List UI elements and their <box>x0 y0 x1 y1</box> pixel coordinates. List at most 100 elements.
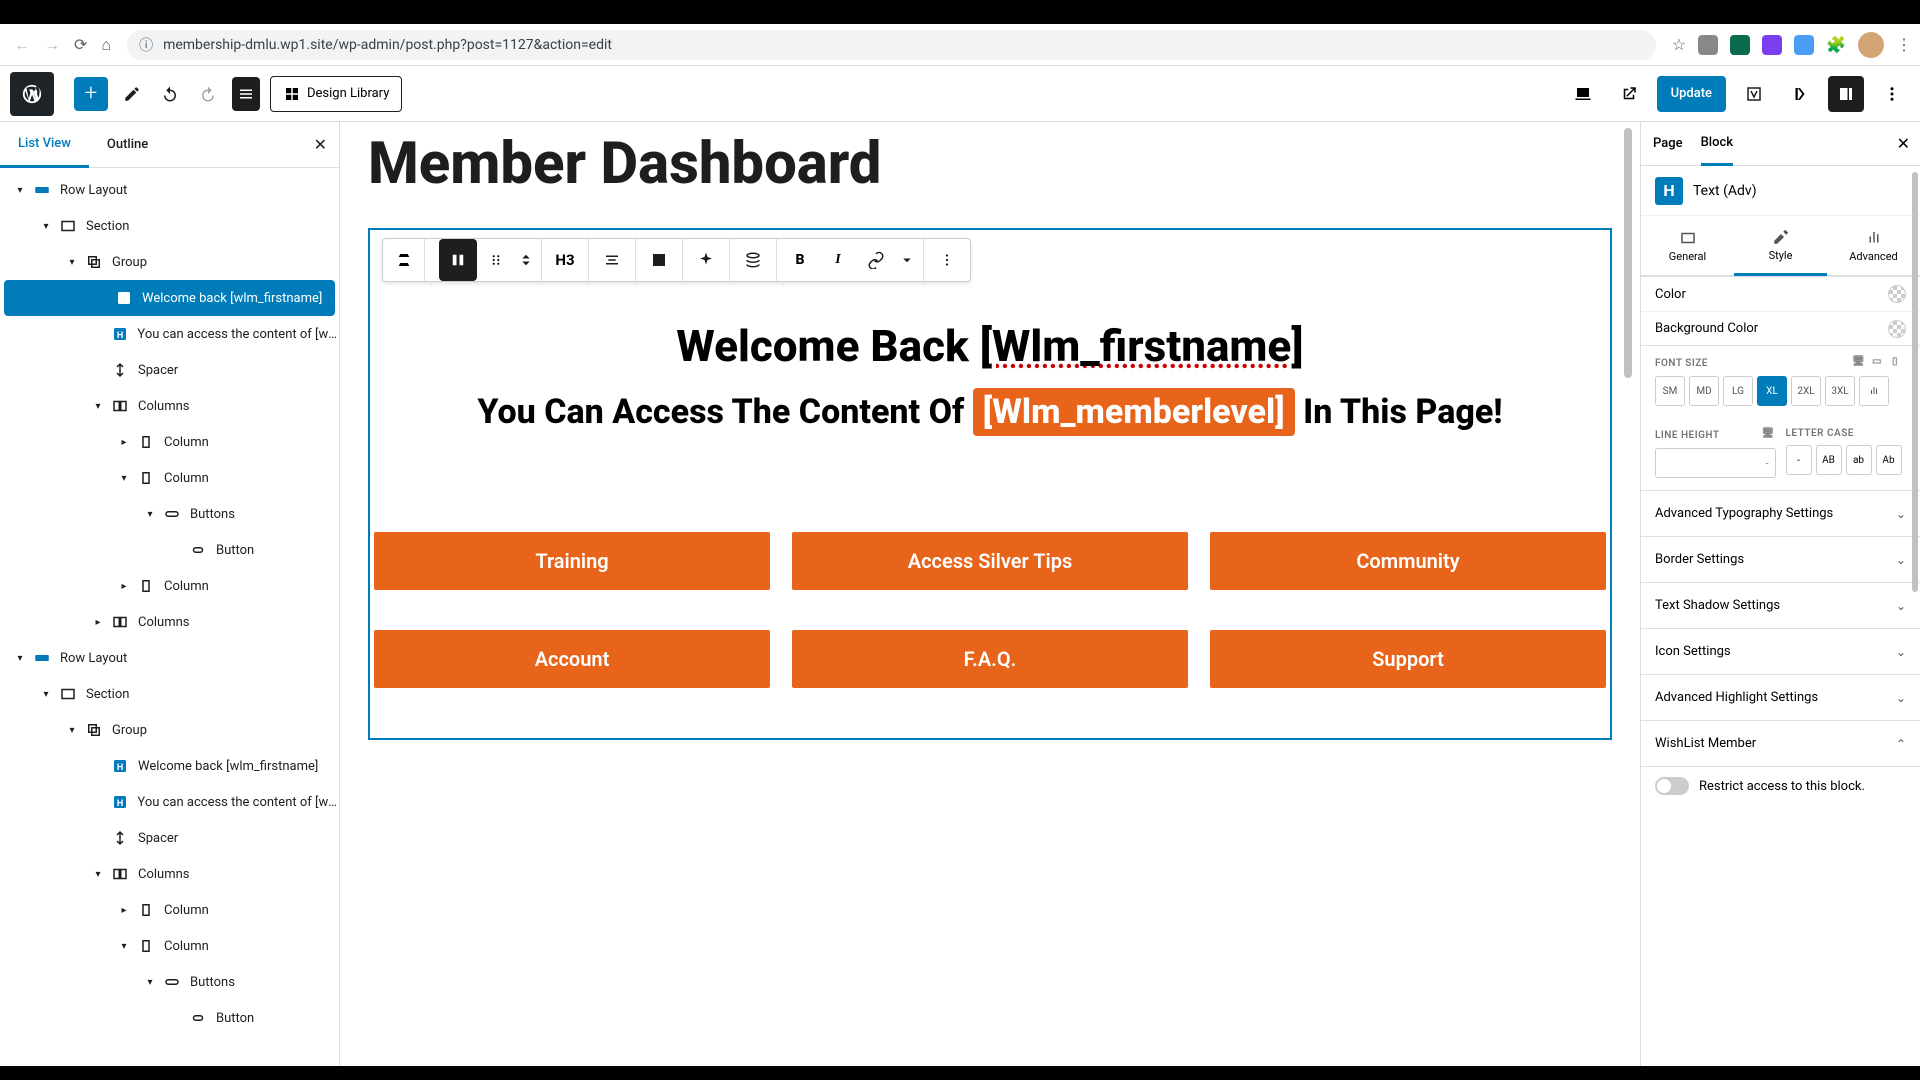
tree-item[interactable]: ▾Section <box>0 208 339 244</box>
tree-item[interactable]: HWelcome back [wlm_firstname] <box>4 280 335 316</box>
caret-icon[interactable]: ▾ <box>62 725 82 736</box>
letter-case-option[interactable]: ab <box>1846 445 1872 475</box>
tree-item[interactable]: ▾Columns <box>0 856 339 892</box>
subheading-block[interactable]: You Can Access The Content Of [Wlm_membe… <box>370 392 1610 432</box>
reload-icon[interactable]: ⟳ <box>74 35 87 54</box>
extension-icon[interactable] <box>1730 35 1750 55</box>
bg-color-setting[interactable]: Background Color <box>1641 311 1920 345</box>
site-info-icon[interactable]: ⓘ <box>139 35 153 55</box>
forward-icon[interactable]: → <box>44 35 60 55</box>
caret-icon[interactable]: ▾ <box>36 689 56 700</box>
extension-icon[interactable] <box>1698 35 1718 55</box>
move-up-down-icon[interactable] <box>515 239 537 281</box>
tree-item[interactable]: HYou can access the content of [wl... <box>0 784 339 820</box>
undo-button[interactable] <box>156 77 184 111</box>
italic-button[interactable]: I <box>819 239 857 281</box>
tree-item[interactable]: ▾Group <box>0 712 339 748</box>
move-handle-icon[interactable] <box>477 239 515 281</box>
more-rich-text-icon[interactable] <box>895 239 919 281</box>
caret-icon[interactable]: ▾ <box>140 977 160 988</box>
font-size-option[interactable]: SM <box>1655 376 1685 406</box>
wp-logo[interactable] <box>10 72 54 116</box>
accordion-section[interactable]: Advanced Typography Settings⌄ <box>1641 491 1920 537</box>
selected-block-container[interactable]: H3 B I Welcome B <box>368 228 1612 740</box>
back-icon[interactable]: ← <box>14 35 30 55</box>
font-size-option[interactable]: LG <box>1723 376 1753 406</box>
page-title[interactable]: Member Dashboard <box>368 130 1612 198</box>
image-button[interactable] <box>640 239 678 281</box>
font-size-custom-icon[interactable] <box>1859 376 1889 406</box>
caret-icon[interactable]: ▾ <box>88 869 108 880</box>
profile-avatar[interactable] <box>1858 32 1884 58</box>
accordion-section[interactable]: Border Settings⌄ <box>1641 537 1920 583</box>
caret-icon[interactable]: ▸ <box>114 437 134 448</box>
accordion-section[interactable]: Text Shadow Settings⌄ <box>1641 583 1920 629</box>
tab-general[interactable]: General <box>1641 216 1734 275</box>
font-size-option[interactable]: XL <box>1757 376 1787 406</box>
menu-icon[interactable]: ⋮ <box>1896 35 1912 54</box>
settings-sidebar-toggle[interactable] <box>1828 76 1864 112</box>
restrict-toggle[interactable] <box>1655 777 1689 795</box>
bg-color-swatch[interactable] <box>1888 320 1906 338</box>
block-tree[interactable]: ▾Row Layout▾Section▾GroupHWelcome back [… <box>0 168 339 1066</box>
heading-block[interactable]: Welcome Back [Wlm_firstname] <box>370 320 1610 372</box>
tree-item[interactable]: Button <box>0 1000 339 1036</box>
tree-item[interactable]: ▾Column <box>0 928 339 964</box>
content-button[interactable]: F.A.Q. <box>792 630 1188 688</box>
close-list-view-icon[interactable]: ✕ <box>314 135 327 154</box>
sidebar-scrollbar[interactable] <box>1912 172 1918 592</box>
caret-icon[interactable]: ▾ <box>62 257 82 268</box>
caret-icon[interactable]: ▾ <box>36 221 56 232</box>
content-button[interactable]: Training <box>374 532 770 590</box>
caret-icon[interactable]: ▾ <box>10 653 30 664</box>
tree-item[interactable]: Spacer <box>0 352 339 388</box>
tree-item[interactable]: ▸Columns <box>0 604 339 640</box>
content-button[interactable]: Support <box>1210 630 1606 688</box>
editor-canvas[interactable]: Member Dashboard H3 <box>340 122 1640 1066</box>
update-button[interactable]: Update <box>1657 76 1726 112</box>
design-library-button[interactable]: Design Library <box>270 76 402 112</box>
block-options-icon[interactable] <box>928 239 966 281</box>
font-size-option[interactable]: 3XL <box>1825 376 1855 406</box>
tablet-icon[interactable]: ▭ <box>1872 356 1886 370</box>
caret-icon[interactable]: ▾ <box>88 401 108 412</box>
device-icon[interactable]: 🖥 <box>1762 428 1776 442</box>
yoast-icon[interactable] <box>1736 76 1772 112</box>
accordion-wishlist[interactable]: WishList Member⌃ <box>1641 721 1920 767</box>
home-icon[interactable]: ⌂ <box>101 35 111 55</box>
content-button[interactable]: Community <box>1210 532 1606 590</box>
dynamic-button[interactable] <box>734 239 772 281</box>
color-swatch[interactable] <box>1888 285 1906 303</box>
caret-icon[interactable]: ▸ <box>88 617 108 628</box>
extension-icon[interactable] <box>1762 35 1782 55</box>
tab-advanced[interactable]: Advanced <box>1827 216 1920 275</box>
accordion-section[interactable]: Advanced Highlight Settings⌄ <box>1641 675 1920 721</box>
tree-item[interactable]: Button <box>0 532 339 568</box>
tree-item[interactable]: ▾Column <box>0 460 339 496</box>
tree-item[interactable]: ▾Group <box>0 244 339 280</box>
letter-case-option[interactable]: - <box>1786 445 1812 475</box>
bold-button[interactable]: B <box>781 239 819 281</box>
heading-level-button[interactable]: H3 <box>546 239 584 281</box>
extensions-icon[interactable]: 🧩 <box>1826 35 1846 54</box>
caret-icon[interactable]: ▾ <box>114 473 134 484</box>
desktop-preview-icon[interactable] <box>1565 76 1601 112</box>
mobile-icon[interactable]: ▯ <box>1892 356 1906 370</box>
tree-item[interactable]: ▾Columns <box>0 388 339 424</box>
close-sidebar-icon[interactable]: ✕ <box>1897 134 1910 153</box>
align-button[interactable] <box>593 239 631 281</box>
caret-icon[interactable]: ▾ <box>140 509 160 520</box>
caret-icon[interactable]: ▸ <box>114 905 134 916</box>
bookmark-icon[interactable]: ☆ <box>1672 35 1686 54</box>
tree-item[interactable]: HWelcome back [wlm_firstname] <box>0 748 339 784</box>
content-button[interactable]: Account <box>374 630 770 688</box>
caret-icon[interactable]: ▾ <box>114 941 134 952</box>
desktop-icon[interactable]: 🖥 <box>1852 356 1866 370</box>
list-view-toggle[interactable] <box>232 77 260 111</box>
tab-page[interactable]: Page <box>1653 122 1683 165</box>
tree-item[interactable]: ▾Buttons <box>0 496 339 532</box>
tree-item[interactable]: ▾Section <box>0 676 339 712</box>
tree-item[interactable]: ▸Column <box>0 424 339 460</box>
tab-block[interactable]: Block <box>1701 123 1733 166</box>
accordion-section[interactable]: Icon Settings⌄ <box>1641 629 1920 675</box>
